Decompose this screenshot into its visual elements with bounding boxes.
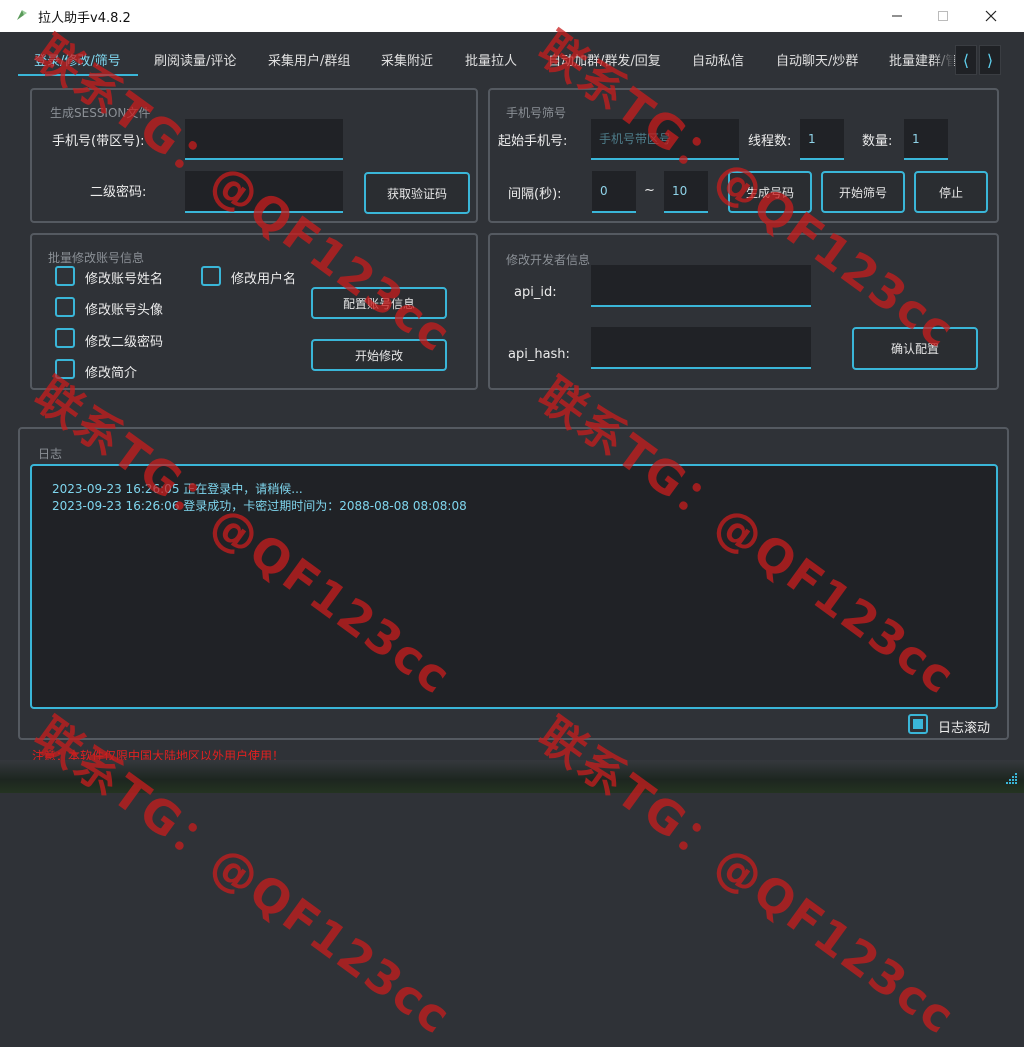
- modify-avatar-checkbox[interactable]: [55, 297, 75, 317]
- tab-auto-chat[interactable]: 自动聊天/炒群: [776, 50, 858, 69]
- confirm-config-button[interactable]: 确认配置: [852, 327, 978, 370]
- start-phone-input[interactable]: [591, 119, 739, 160]
- log-scroll-label: 日志滚动: [938, 721, 991, 736]
- api-id-label: api_id:: [514, 285, 557, 300]
- batch-modify-panel: 批量修改账号信息 修改账号姓名 修改用户名 修改账号头像 修改二级密码 修改简介…: [30, 233, 478, 390]
- count-label: 数量:: [862, 134, 893, 149]
- phone-filter-panel: 手机号筛号 起始手机号: 线程数: 数量: 间隔(秒): ~ 生成号码 开始筛号…: [488, 88, 999, 223]
- app-icon: [17, 10, 27, 20]
- chevron-left-icon: ⟨: [962, 50, 970, 70]
- maximize-icon: [938, 11, 948, 21]
- resize-grip-icon[interactable]: [1004, 771, 1018, 785]
- filter-panel-title: 手机号筛号: [506, 106, 567, 120]
- phone-input[interactable]: [185, 119, 343, 160]
- phone-label: 手机号(带区号):: [52, 134, 145, 149]
- active-tab-indicator: [18, 74, 138, 76]
- close-button[interactable]: [968, 0, 1014, 32]
- window-title: 拉人助手v4.8.2: [38, 11, 131, 26]
- modify-password-label: 修改二级密码: [85, 335, 164, 350]
- tab-login[interactable]: 登录/修改/筛号: [34, 50, 121, 69]
- start-modify-button[interactable]: 开始修改: [311, 339, 447, 371]
- log-line: 2023-09-23 16:26:05 正在登录中，请稍候...: [52, 482, 303, 496]
- get-code-button[interactable]: 获取验证码: [364, 172, 470, 214]
- interval-min-input[interactable]: [592, 171, 636, 213]
- modify-username-checkbox[interactable]: [201, 266, 221, 286]
- threads-input[interactable]: [800, 119, 844, 160]
- tab-collect-users[interactable]: 采集用户/群组: [268, 50, 350, 69]
- interval-separator: ~: [644, 183, 655, 198]
- session-panel: 生成SESSION文件 手机号(带区号): 二级密码: 获取验证码: [30, 88, 478, 223]
- count-input[interactable]: [904, 119, 948, 160]
- close-icon: [985, 10, 997, 22]
- log-panel-title: 日志: [38, 447, 63, 461]
- developer-info-panel: 修改开发者信息 api_id: api_hash: 确认配置: [488, 233, 999, 390]
- modify-bio-label: 修改简介: [85, 366, 138, 381]
- tab-collect-nearby[interactable]: 采集附近: [381, 50, 433, 69]
- status-bar: [0, 760, 1024, 793]
- api-hash-label: api_hash:: [508, 347, 570, 362]
- modify-avatar-label: 修改账号头像: [85, 303, 164, 318]
- session-panel-title: 生成SESSION文件: [50, 106, 151, 120]
- batch-panel-title: 批量修改账号信息: [48, 251, 145, 265]
- modify-username-label: 修改用户名: [231, 272, 297, 287]
- log-line: 2023-09-23 16:26:06 登录成功，卡密过期时间为：2088-08…: [52, 499, 467, 513]
- modify-name-checkbox[interactable]: [55, 266, 75, 286]
- start-filter-button[interactable]: 开始筛号: [821, 171, 905, 213]
- tab-views[interactable]: 刷阅读量/评论: [154, 50, 236, 69]
- tab-scroll-right-button[interactable]: ⟩: [979, 45, 1001, 75]
- api-id-input[interactable]: [591, 265, 811, 307]
- generate-numbers-button[interactable]: 生成号码: [728, 171, 812, 213]
- tab-auto-join[interactable]: 自动加群/群发/回复: [548, 50, 661, 69]
- log-textarea[interactable]: 2023-09-23 16:26:05 正在登录中，请稍候... 2023-09…: [30, 464, 998, 709]
- stop-button[interactable]: 停止: [914, 171, 988, 213]
- chevron-right-icon: ⟩: [986, 50, 994, 70]
- modify-name-label: 修改账号姓名: [85, 272, 164, 287]
- watermark: 联系TG：@QF123cc: [528, 707, 966, 1045]
- dev-panel-title: 修改开发者信息: [506, 253, 591, 267]
- tab-scroll-left-button[interactable]: ⟨: [955, 45, 977, 75]
- start-phone-label: 起始手机号:: [498, 134, 568, 149]
- password-label: 二级密码:: [90, 185, 147, 200]
- password-input[interactable]: [185, 171, 343, 213]
- interval-max-input[interactable]: [664, 171, 708, 213]
- api-hash-input[interactable]: [591, 327, 811, 369]
- config-account-button[interactable]: 配置账号信息: [311, 287, 447, 319]
- tab-auto-dm[interactable]: 自动私信: [692, 50, 744, 69]
- interval-label: 间隔(秒):: [508, 187, 562, 202]
- threads-label: 线程数:: [748, 134, 792, 149]
- tab-batch-invite[interactable]: 批量拉人: [465, 50, 517, 69]
- modify-bio-checkbox[interactable]: [55, 359, 75, 379]
- maximize-button[interactable]: [920, 0, 966, 32]
- minimize-button[interactable]: [874, 0, 920, 32]
- modify-password-checkbox[interactable]: [55, 328, 75, 348]
- minimize-icon: [892, 15, 902, 17]
- log-scroll-checkbox[interactable]: [908, 714, 928, 734]
- title-bar: 拉人助手v4.8.2: [0, 0, 1024, 33]
